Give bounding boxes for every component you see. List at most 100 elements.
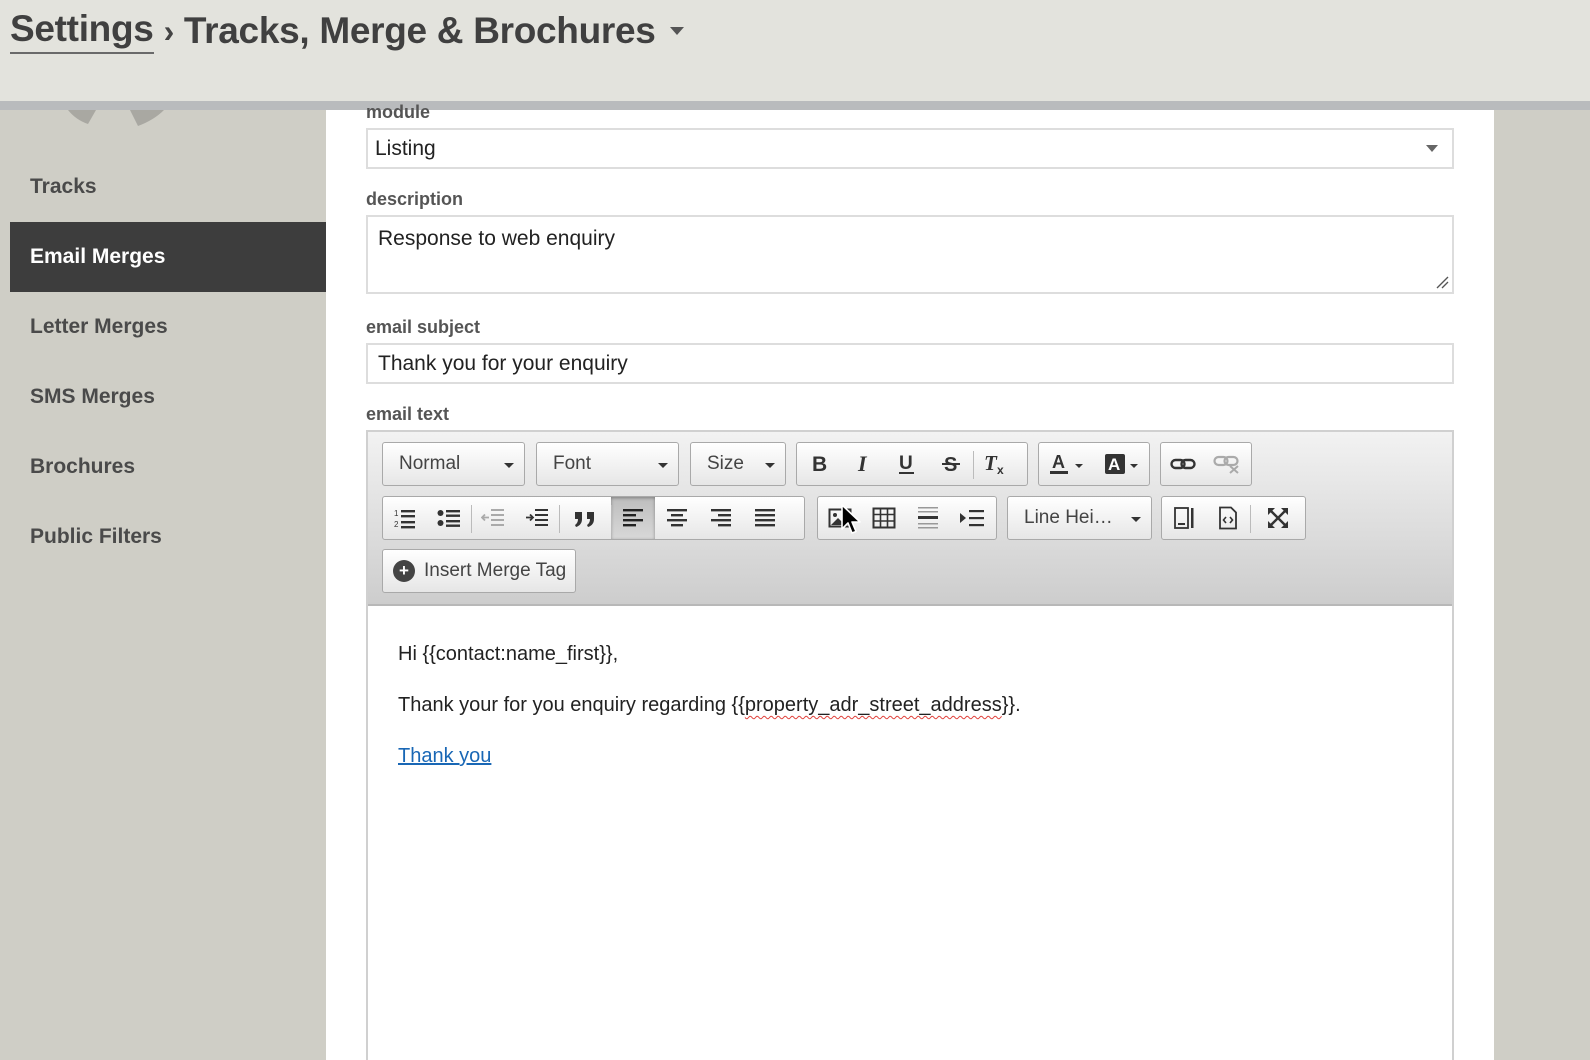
sidebar-item-sms-merges[interactable]: SMS Merges	[10, 362, 326, 432]
source-button[interactable]	[1206, 497, 1250, 539]
numbered-list-button[interactable]: 12	[383, 497, 427, 539]
strikethrough-icon: S	[942, 454, 960, 475]
module-label: module	[366, 102, 431, 122]
text-color-icon: A	[1049, 452, 1083, 474]
page-break-button[interactable]	[950, 497, 994, 539]
source-code-icon	[1219, 506, 1237, 530]
svg-text:I: I	[857, 453, 868, 475]
svg-text:1: 1	[394, 509, 399, 518]
breadcrumb-settings-link[interactable]: Settings	[10, 8, 154, 54]
font-combo[interactable]: Font	[536, 442, 679, 486]
font-combo-value: Font	[553, 453, 592, 474]
decrease-indent-icon	[481, 509, 504, 526]
maximize-button[interactable]	[1250, 497, 1305, 539]
decrease-indent-button[interactable]	[471, 497, 515, 539]
dropdown-arrow-icon	[1131, 517, 1141, 522]
description-value: Response to web enquiry	[378, 227, 615, 250]
line-height-combo[interactable]: Line Hei…	[1007, 496, 1152, 540]
document-tools-group	[1161, 496, 1306, 540]
background-color-icon: A	[1104, 454, 1138, 474]
remove-format-button[interactable]: Tx	[973, 443, 1017, 485]
sidebar-item-tracks[interactable]: Tracks	[10, 152, 326, 222]
size-combo[interactable]: Size	[690, 442, 786, 486]
underline-icon: U	[899, 453, 914, 474]
breadcrumb: Settings › Tracks, Merge & Brochures	[10, 8, 684, 54]
strikethrough-button[interactable]: S	[929, 443, 973, 485]
colors-group: A A	[1038, 442, 1150, 486]
line-height-combo-value: Line Hei…	[1024, 507, 1113, 528]
align-left-icon	[623, 509, 643, 527]
align-right-button[interactable]	[699, 497, 743, 539]
resize-handle-icon[interactable]	[1435, 275, 1449, 289]
show-blocks-button[interactable]	[1162, 497, 1206, 539]
page-header: Settings › Tracks, Merge & Brochures	[0, 0, 1590, 104]
format-combo[interactable]: Normal	[382, 442, 525, 486]
svg-text:U: U	[899, 453, 913, 474]
svg-text:A: A	[1108, 455, 1120, 474]
rich-text-editor: Normal Font Size B I U S T x A A 1 2 Lin…	[366, 430, 1454, 1060]
svg-text:x: x	[997, 463, 1004, 476]
module-select-value: Listing	[375, 136, 436, 160]
justify-button[interactable]	[743, 497, 787, 539]
breadcrumb-current: Tracks, Merge & Brochures	[183, 10, 656, 51]
bulleted-list-icon	[437, 510, 460, 527]
sidebar-item-public-filters[interactable]: Public Filters	[10, 502, 326, 572]
link-icon	[1170, 458, 1196, 470]
logo-fragment-icon	[68, 110, 164, 126]
bold-button[interactable]: B	[797, 443, 841, 485]
breadcrumb-dropdown-icon[interactable]	[669, 27, 684, 35]
description-label: description	[366, 189, 464, 209]
align-left-button[interactable]	[611, 497, 655, 539]
description-textarea[interactable]: Response to web enquiry	[366, 215, 1454, 294]
misspelled-merge-field: property_adr_street_address	[744, 694, 1002, 716]
numbered-list-icon: 12	[394, 509, 415, 529]
page-break-icon	[960, 510, 984, 527]
text-color-button[interactable]: A	[1039, 443, 1094, 485]
email-subject-label: email subject	[366, 317, 481, 337]
chevron-down-icon	[1426, 145, 1438, 152]
unlink-icon	[1213, 455, 1239, 474]
basic-styles-group: B I U S Tx	[796, 442, 1028, 486]
link-button[interactable]	[1161, 443, 1205, 485]
sidebar-item-email-merges[interactable]: Email Merges	[10, 222, 326, 292]
justify-icon	[755, 509, 775, 527]
remove-format-icon: Tx	[984, 452, 1004, 476]
thank-you-link[interactable]: Thank you	[398, 745, 491, 767]
editor-content[interactable]: Hi {{contact:name_first}}, Thank your fo…	[368, 606, 1452, 1060]
insert-merge-tag-label: Insert Merge Tag	[424, 560, 567, 581]
background-color-button[interactable]: A	[1094, 443, 1149, 485]
greeting-line: Hi {{contact:name_first}},	[398, 643, 619, 665]
horizontal-rule-icon	[918, 507, 938, 529]
italic-button[interactable]: I	[841, 443, 885, 485]
dropdown-arrow-icon	[765, 463, 775, 468]
horizontal-rule-button[interactable]	[906, 497, 950, 539]
blockquote-button[interactable]	[559, 497, 611, 539]
table-icon	[872, 507, 896, 529]
svg-text:A: A	[1052, 452, 1065, 472]
bulleted-list-button[interactable]	[427, 497, 471, 539]
increase-indent-icon	[526, 509, 548, 526]
italic-icon: I	[857, 453, 868, 475]
email-subject-input[interactable]: Thank you for your enquiry	[366, 343, 1454, 384]
increase-indent-button[interactable]	[515, 497, 559, 539]
right-gutter	[1494, 110, 1590, 1060]
sidebar-item-brochures[interactable]: Brochures	[10, 432, 326, 502]
size-combo-value: Size	[707, 453, 744, 474]
header-divider	[0, 101, 1590, 110]
align-center-button[interactable]	[655, 497, 699, 539]
mouse-pointer-icon	[841, 504, 861, 534]
links-group	[1160, 442, 1252, 486]
unlink-button[interactable]	[1205, 443, 1249, 485]
maximize-icon	[1267, 508, 1288, 528]
breadcrumb-separator: ›	[163, 12, 175, 49]
insert-table-button[interactable]	[862, 497, 906, 539]
svg-text:2: 2	[394, 520, 399, 529]
email-subject-value: Thank you for your enquiry	[378, 351, 628, 375]
blockquote-icon	[575, 512, 594, 527]
sidebar-item-letter-merges[interactable]: Letter Merges	[10, 292, 326, 362]
editor-toolbar: Normal Font Size B I U S T x A A 1 2 Lin…	[368, 432, 1452, 606]
align-right-icon	[711, 509, 731, 527]
underline-button[interactable]: U	[885, 443, 929, 485]
module-select[interactable]: Listing	[366, 128, 1454, 169]
insert-merge-tag-button[interactable]: + Insert Merge Tag	[382, 549, 576, 593]
